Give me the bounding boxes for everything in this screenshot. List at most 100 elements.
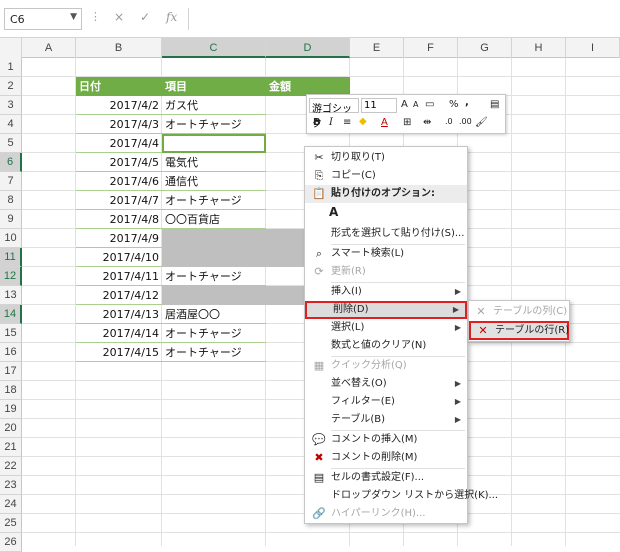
menu-item-format-cells[interactable]: ▤ セルの書式設定(F)... [305,469,467,487]
table-cell-item[interactable]: オートチャージ [162,343,266,362]
grow-font-icon[interactable]: A [401,99,408,110]
more-icon[interactable]: ⋮ [90,10,101,23]
menu-item-cut[interactable]: ✂ 切り取り(T) [305,149,467,167]
row-header[interactable]: 5 [0,134,22,153]
table-cell-item[interactable]: オートチャージ [162,191,266,210]
menu-item-sort[interactable]: 並べ替え(O) ▶ [305,375,467,393]
table-cell-date[interactable]: 2017/4/11 [76,267,162,286]
row-header[interactable]: 21 [0,438,22,457]
column-header[interactable]: F [404,38,458,58]
table-cell-date[interactable]: 2017/4/2 [76,96,162,115]
italic-icon[interactable]: I [329,117,333,128]
chevron-down-icon[interactable]: ▼ [70,12,77,22]
table-cell-date[interactable]: 2017/4/9 [76,229,162,248]
row-header[interactable]: 13 [0,286,22,305]
table-style-icon[interactable]: ▤ [490,99,499,110]
menu-item-filter[interactable]: フィルター(E) ▶ [305,393,467,411]
paste-option-button[interactable]: A [329,205,349,223]
table-cell-date[interactable]: 2017/4/12 [76,286,162,305]
font-size-box[interactable]: 11 [361,98,397,113]
table-cell-item-selected[interactable] [162,248,266,267]
select-all-corner[interactable] [0,38,22,58]
formula-input[interactable] [188,8,620,30]
column-header[interactable]: H [512,38,566,58]
row-header[interactable]: 17 [0,362,22,381]
row-header[interactable]: 18 [0,381,22,400]
row-header[interactable]: 22 [0,457,22,476]
name-box[interactable]: C6 ▼ [4,8,82,30]
font-name-box[interactable]: 游ゴシック [309,98,359,130]
align-center-icon[interactable]: ≡ [343,117,351,128]
menu-item-smart-lookup[interactable]: ⌕ スマート検索(L) [305,245,467,263]
percent-icon[interactable]: % [449,99,459,110]
bold-icon[interactable]: B [313,117,321,128]
format-painter-icon[interactable]: 🖌 [475,117,488,128]
column-header[interactable]: C [162,38,266,58]
menu-item-insert-comment[interactable]: 💬 コメントの挿入(M) [305,431,467,449]
shrink-font-icon[interactable]: A [413,100,418,109]
menu-item-delete[interactable]: 削除(D) ▶ [305,301,467,319]
column-header[interactable]: A [22,38,76,58]
row-header[interactable]: 9 [0,210,22,229]
currency-format-icon[interactable]: ▭ [425,99,434,110]
table-cell-date[interactable]: 2017/4/3 [76,115,162,134]
row-header[interactable]: 1 [0,58,22,77]
cancel-icon[interactable]: × [114,10,124,24]
row-header[interactable]: 26 [0,533,22,552]
table-cell-item-selected[interactable] [162,286,266,305]
table-cell-item[interactable]: オートチャージ [162,115,266,134]
menu-item-delete-comment[interactable]: ✖ コメントの削除(M) [305,449,467,467]
row-header[interactable]: 8 [0,191,22,210]
row-header[interactable]: 11 [0,248,22,267]
table-cell-date[interactable]: 2017/4/6 [76,172,162,191]
menu-item-insert[interactable]: 挿入(I) ▶ [305,283,467,301]
table-cell-date[interactable]: 2017/4/10 [76,248,162,267]
menu-item-copy[interactable]: ⎘ コピー(C) [305,167,467,185]
table-cell-item[interactable]: 〇〇百貨店 [162,210,266,229]
row-header[interactable]: 14 [0,305,22,324]
row-header[interactable]: 10 [0,229,22,248]
table-header[interactable]: 日付 [76,77,162,96]
table-cell-date[interactable]: 2017/4/4 [76,134,162,153]
increase-decimal-icon[interactable]: .0 [445,117,453,126]
row-header[interactable]: 23 [0,476,22,495]
borders-icon[interactable]: ⊞ [403,117,411,128]
row-header[interactable]: 20 [0,419,22,438]
row-header[interactable]: 7 [0,172,22,191]
menu-item-table[interactable]: テーブル(B) ▶ [305,411,467,429]
table-cell-date[interactable]: 2017/4/8 [76,210,162,229]
column-header[interactable]: B [76,38,162,58]
table-cell-item[interactable]: 通信代 [162,172,266,191]
decrease-decimal-icon[interactable]: .00 [459,117,472,126]
menu-item-clear-contents[interactable]: 数式と値のクリア(N) [305,337,467,355]
table-cell-date[interactable]: 2017/4/14 [76,324,162,343]
table-cell-date[interactable]: 2017/4/15 [76,343,162,362]
row-header[interactable]: 12 [0,267,22,286]
active-cell[interactable] [162,134,266,153]
row-header[interactable]: 6 [0,153,22,172]
table-cell-item[interactable]: 居酒屋〇〇 [162,305,266,324]
menu-item-paste-special[interactable]: 形式を選択して貼り付け(S)... [305,225,467,243]
menu-item-select[interactable]: 選択(L) ▶ [305,319,467,337]
row-header[interactable]: 15 [0,324,22,343]
row-header[interactable]: 2 [0,77,22,96]
table-cell-date[interactable]: 2017/4/13 [76,305,162,324]
table-cell-date[interactable]: 2017/4/5 [76,153,162,172]
row-header[interactable]: 3 [0,96,22,115]
row-header[interactable]: 19 [0,400,22,419]
font-color-icon[interactable]: A [381,117,388,128]
table-header[interactable]: 項目 [162,77,266,96]
column-header[interactable]: G [458,38,512,58]
table-cell-date[interactable]: 2017/4/7 [76,191,162,210]
table-cell-item[interactable]: 電気代 [162,153,266,172]
menu-item-pick-from-list[interactable]: ドロップダウン リストから選択(K)... [305,487,498,505]
column-header[interactable]: I [566,38,620,58]
merge-cells-icon[interactable]: ⇹ [423,117,431,128]
row-header[interactable]: 24 [0,495,22,514]
column-header[interactable]: E [350,38,404,58]
row-header[interactable]: 16 [0,343,22,362]
column-header[interactable]: D [266,38,350,58]
row-header[interactable]: 4 [0,115,22,134]
row-header[interactable]: 25 [0,514,22,533]
table-cell-item[interactable]: ガス代 [162,96,266,115]
